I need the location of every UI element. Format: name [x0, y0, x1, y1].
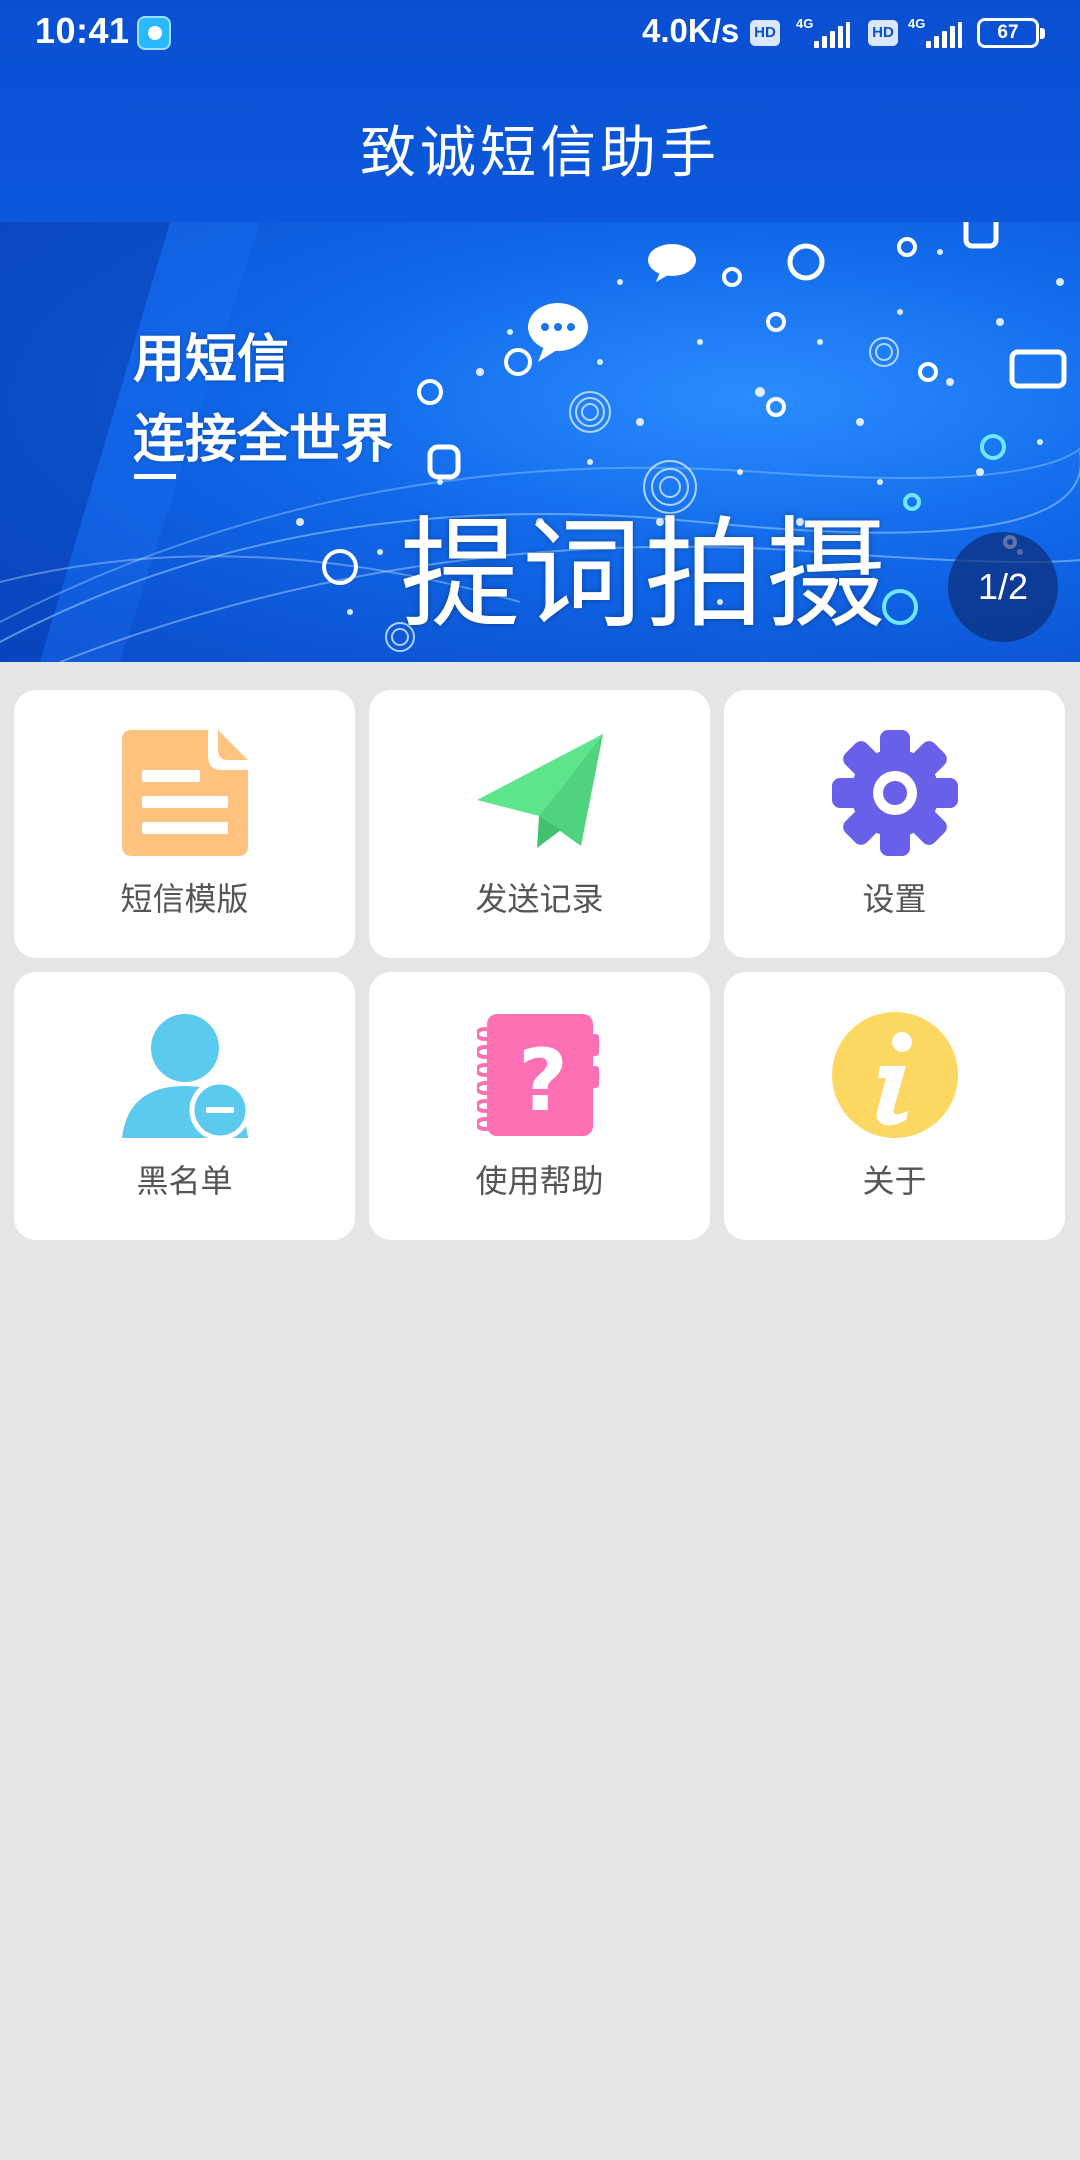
menu-tile-label: 关于 [862, 1162, 927, 1200]
menu-tile-label: 使用帮助 [475, 1162, 604, 1200]
user-remove-icon [121, 1014, 248, 1138]
banner-carousel[interactable]: 用短信 连接全世界 提词拍摄 1/2 [0, 222, 1080, 662]
notification-app-icon [137, 16, 171, 50]
sms-template-icon [121, 730, 248, 856]
info-icon [831, 1012, 958, 1138]
gear-icon [831, 730, 958, 856]
menu-tile-sms-template[interactable]: 短信模版 [14, 690, 355, 958]
help-book-icon: ? [476, 1014, 599, 1136]
hd-badge-1: HD [750, 20, 780, 46]
signal-icon-sim1: 4G [794, 16, 850, 50]
banner-slogan-line-2: 连接全世界 [133, 410, 394, 470]
menu-tile-blacklist[interactable]: 黑名单 [14, 972, 355, 1240]
banner-page-indicator: 1/2 [948, 532, 1058, 642]
menu-tile-label: 发送记录 [475, 880, 604, 918]
menu-tile-send-history[interactable]: 发送记录 [369, 690, 710, 958]
feature-menu-grid: 短信模版 发送记录 设置 黑名单 ? 使用帮助 关于 [14, 690, 1066, 1240]
banner-slogan: 用短信 连接全世界 [133, 320, 393, 480]
hd-badge-2: HD [868, 20, 898, 46]
svg-text:?: ? [518, 1031, 568, 1131]
menu-tile-label: 短信模版 [120, 880, 249, 918]
banner-caption: 提词拍摄 [400, 506, 888, 645]
network-speed: 4.0K/s [642, 12, 740, 49]
status-bar: 10:41 4.0K/s HD 4G HD 4G 67 [0, 0, 1080, 68]
menu-tile-label: 黑名单 [136, 1162, 233, 1200]
banner-slogan-line-1: 用短信 [133, 330, 290, 390]
menu-tile-help[interactable]: ? 使用帮助 [369, 972, 710, 1240]
menu-tile-label: 设置 [862, 880, 927, 918]
menu-tile-settings[interactable]: 设置 [724, 690, 1065, 958]
signal-icon-sim2: 4G [906, 16, 962, 50]
app-bar: 10:41 4.0K/s HD 4G HD 4G 67 致诚短信助手 [0, 0, 1080, 222]
menu-tile-about[interactable]: 关于 [724, 972, 1065, 1240]
status-time: 10:41 [35, 10, 130, 51]
paper-plane-icon [476, 734, 603, 848]
network-type-label-2: 4G [908, 16, 926, 31]
battery-icon: 67 [977, 18, 1045, 48]
battery-level: 67 [997, 22, 1019, 43]
network-type-label-1: 4G [796, 16, 814, 31]
page-title: 致诚短信助手 [360, 121, 720, 186]
